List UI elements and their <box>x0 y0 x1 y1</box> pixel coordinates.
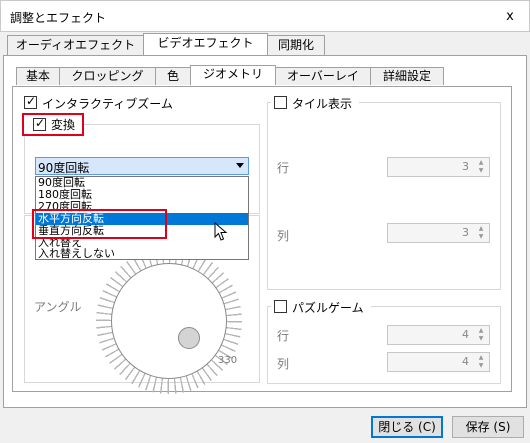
transform-label: 変換 <box>51 118 76 132</box>
flip-options-highlight-box <box>32 209 167 239</box>
tab-video-effects[interactable]: ビデオエフェクト <box>143 33 268 55</box>
transform-checkbox[interactable] <box>33 116 46 131</box>
tab-audio-effects[interactable]: オーディオエフェクト <box>7 35 144 55</box>
save-button[interactable]: 保存 (S) <box>452 416 524 438</box>
stepper-arrows-icon[interactable]: ▲ ▼ <box>475 225 487 241</box>
close-button[interactable]: 閉じる (C) <box>371 416 443 438</box>
puzzle-row-stepper[interactable]: 4 ▲ ▼ <box>387 325 490 345</box>
tile-row-stepper[interactable]: 3 ▲ ▼ <box>387 157 490 177</box>
puzzle-col-stepper[interactable]: 4 ▲ ▼ <box>387 352 490 372</box>
angle-value: 330 <box>218 355 238 366</box>
tile-checkbox[interactable] <box>274 96 287 109</box>
subtab-overlay[interactable]: オーバーレイ <box>275 67 371 85</box>
puzzle-checkbox[interactable] <box>274 300 287 313</box>
stepper-arrows-icon[interactable]: ▲ ▼ <box>475 354 487 370</box>
subtab-cropping[interactable]: クロッピング <box>59 67 156 85</box>
angle-label: アングル <box>34 300 82 314</box>
angle-dial[interactable] <box>111 263 227 379</box>
subtab-advanced[interactable]: 詳細設定 <box>370 67 444 85</box>
puzzle-col-label: 列 <box>277 357 290 371</box>
tile-label: タイル表示 <box>292 97 353 111</box>
subtab-geometry[interactable]: ジオメトリ <box>190 65 276 85</box>
tab-sync[interactable]: 同期化 <box>267 35 325 55</box>
tile-col-value: 3 <box>462 226 469 239</box>
stepper-arrows-icon[interactable]: ▲ ▼ <box>475 327 487 343</box>
option-anti-transpose[interactable]: 入れ替えしない <box>36 248 248 260</box>
transform-select[interactable]: 90度回転 <box>35 157 249 175</box>
interactive-zoom-checkbox[interactable] <box>24 94 37 109</box>
window-title: 調整とエフェクト <box>10 11 107 25</box>
interactive-zoom-label: インタラクティブズーム <box>42 97 173 111</box>
mouse-cursor-icon <box>214 222 228 241</box>
puzzle-group <box>267 306 501 384</box>
puzzle-row-value: 4 <box>462 328 469 341</box>
subtab-basic[interactable]: 基本 <box>16 67 60 85</box>
tile-col-label: 列 <box>277 229 290 243</box>
tile-row-label: 行 <box>277 161 290 175</box>
puzzle-col-value: 4 <box>462 355 469 368</box>
chevron-down-icon[interactable] <box>236 163 244 168</box>
close-icon[interactable]: x <box>500 8 520 26</box>
stepper-arrows-icon[interactable]: ▲ ▼ <box>475 159 487 175</box>
puzzle-label: パズルゲーム <box>292 301 364 315</box>
transform-select-value: 90度回転 <box>38 161 90 175</box>
puzzle-row-label: 行 <box>277 329 290 343</box>
tile-row-value: 3 <box>462 160 469 173</box>
subtab-color[interactable]: 色 <box>155 67 191 85</box>
tile-col-stepper[interactable]: 3 ▲ ▼ <box>387 223 490 243</box>
tile-group <box>267 102 501 290</box>
angle-dial-knob[interactable] <box>178 327 200 349</box>
